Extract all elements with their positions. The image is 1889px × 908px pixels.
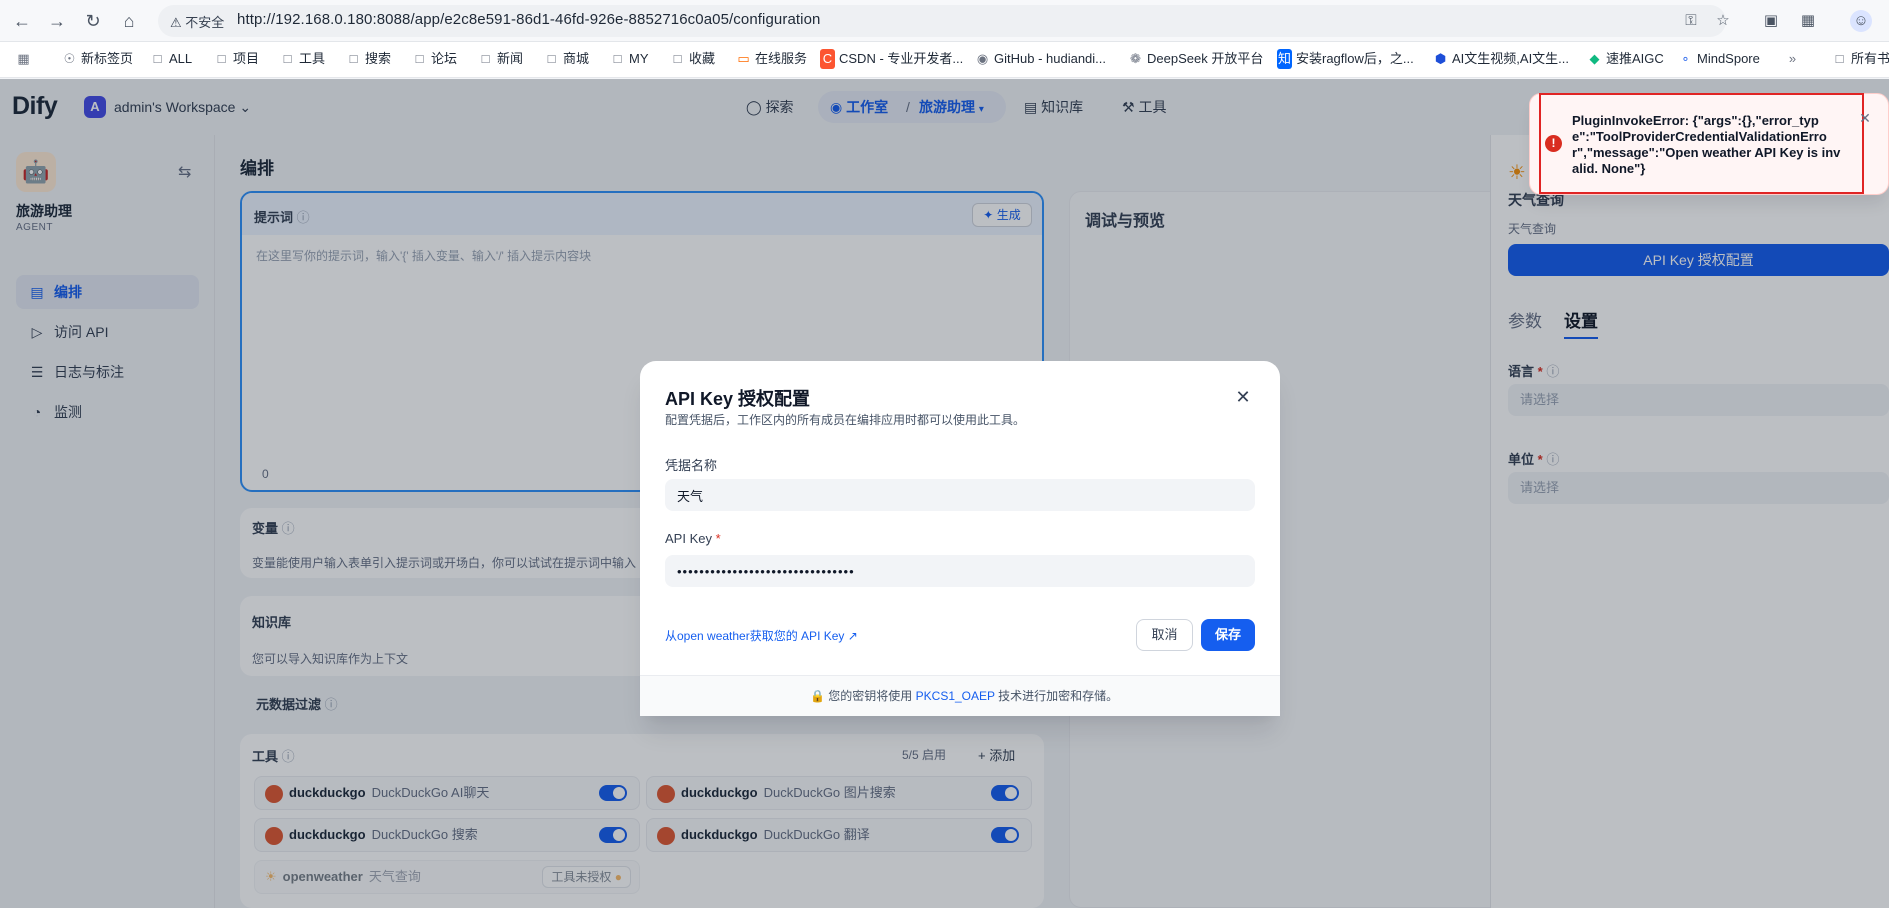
- bookmark-item[interactable]: C CSDN - 专业开发者...: [820, 49, 963, 69]
- get-api-key-link[interactable]: 从open weather获取您的 API Key ↗: [665, 627, 858, 644]
- profile-avatar[interactable]: ☺: [1850, 10, 1872, 32]
- bookmark-folder[interactable]: □ 收藏: [670, 49, 715, 69]
- bookmark-folder[interactable]: □ 新闻: [478, 49, 523, 69]
- error-icon: !: [1545, 135, 1562, 152]
- external-link-icon: ↗: [847, 629, 858, 643]
- folder-icon: □: [349, 51, 358, 66]
- encryption-note: 🔒 您的密钥将使用 PKCS1_OAEP 技术进行加密和存储。: [810, 689, 1119, 703]
- diamond-icon: ◆: [1589, 51, 1600, 66]
- url-text[interactable]: http://192.168.0.180:8088/app/e2c8e591-8…: [237, 11, 820, 28]
- lock-icon: 🔒: [810, 689, 825, 703]
- save-button[interactable]: 保存: [1201, 619, 1255, 651]
- bookmarks-overflow-icon[interactable]: »: [1785, 49, 1804, 69]
- credential-name-label: 凭据名称: [665, 458, 718, 473]
- deepseek-icon: ❁: [1130, 51, 1141, 66]
- folder-icon: □: [415, 51, 424, 66]
- star-icon[interactable]: ☆: [1712, 10, 1734, 32]
- folder-icon: □: [153, 51, 162, 66]
- folder-icon: □: [547, 51, 556, 66]
- folder-icon: □: [481, 51, 490, 66]
- mindspore-icon: ∘: [1681, 51, 1690, 66]
- folder-icon: □: [283, 51, 292, 66]
- csdn-icon: C: [820, 49, 835, 69]
- extensions-icon[interactable]: ▦: [1797, 10, 1819, 32]
- bookmark-item[interactable]: ▭ 在线服务: [736, 49, 807, 69]
- toast-message: PluginInvokeError: {"args":{},"error_typ…: [1572, 113, 1841, 176]
- warning-triangle-icon: ⚠: [170, 15, 182, 30]
- cancel-button[interactable]: 取消: [1136, 619, 1193, 651]
- bookmark-item[interactable]: ⬢ AI文生视频,AI文生...: [1433, 49, 1569, 69]
- github-icon: ◉: [976, 51, 989, 66]
- bookmark-folder[interactable]: □ ALL: [150, 49, 193, 69]
- forward-arrow-icon[interactable]: →: [46, 10, 68, 32]
- media-icon[interactable]: ▣: [1760, 10, 1782, 32]
- globe-icon: ☉: [63, 51, 76, 66]
- key-icon[interactable]: ⚿: [1680, 10, 1702, 32]
- bookmark-folder[interactable]: □ 论坛: [412, 49, 457, 69]
- folder-icon: □: [673, 51, 682, 66]
- bookmark-folder[interactable]: □ 商城: [544, 49, 589, 69]
- bookmark-item[interactable]: ❁ DeepSeek 开放平台: [1128, 49, 1263, 69]
- pkcs-link[interactable]: PKCS1_OAEP: [916, 689, 995, 703]
- api-key-input[interactable]: [665, 555, 1255, 587]
- home-icon[interactable]: ⌂: [118, 10, 140, 32]
- bookmark-folder[interactable]: □ 项目: [214, 49, 259, 69]
- apps-grid-icon[interactable]: ▦: [16, 49, 35, 69]
- folder-icon: □: [1835, 51, 1844, 66]
- close-icon[interactable]: ✕: [1233, 387, 1253, 407]
- close-icon[interactable]: ✕: [1857, 110, 1873, 126]
- reload-icon[interactable]: ↻: [82, 10, 104, 32]
- api-key-label: API Key *: [665, 531, 721, 546]
- bookmark-folder[interactable]: □ MY: [610, 49, 649, 69]
- modal-subtitle: 配置凭据后，工作区内的所有成员在编排应用时都可以使用此工具。: [665, 413, 1026, 427]
- service-icon: ▭: [737, 51, 750, 66]
- modal-title: API Key 授权配置: [665, 389, 811, 409]
- credential-name-input[interactable]: [665, 479, 1255, 511]
- bookmark-folder[interactable]: □ 搜索: [346, 49, 391, 69]
- bookmark-item[interactable]: 知安装ragflow后，之...: [1277, 49, 1414, 69]
- bookmark-item[interactable]: ◆ 速推AIGC: [1587, 49, 1664, 69]
- bookmark-item[interactable]: ◉ GitHub - hudiandi...: [975, 49, 1106, 69]
- bookmark-item[interactable]: ☉ 新标签页: [62, 49, 133, 69]
- bookmark-item[interactable]: ∘ MindSpore: [1678, 49, 1759, 69]
- folder-icon: □: [217, 51, 226, 66]
- bookmark-folder[interactable]: □ 工具: [280, 49, 325, 69]
- insecure-indicator[interactable]: ⚠ 不安全: [170, 12, 224, 31]
- folder-icon: □: [613, 51, 622, 66]
- back-arrow-icon[interactable]: ←: [11, 10, 33, 32]
- bookmark-folder[interactable]: □ 所有书: [1832, 49, 1889, 69]
- cube-icon: ⬢: [1434, 51, 1447, 66]
- zhihu-icon: 知: [1277, 49, 1292, 69]
